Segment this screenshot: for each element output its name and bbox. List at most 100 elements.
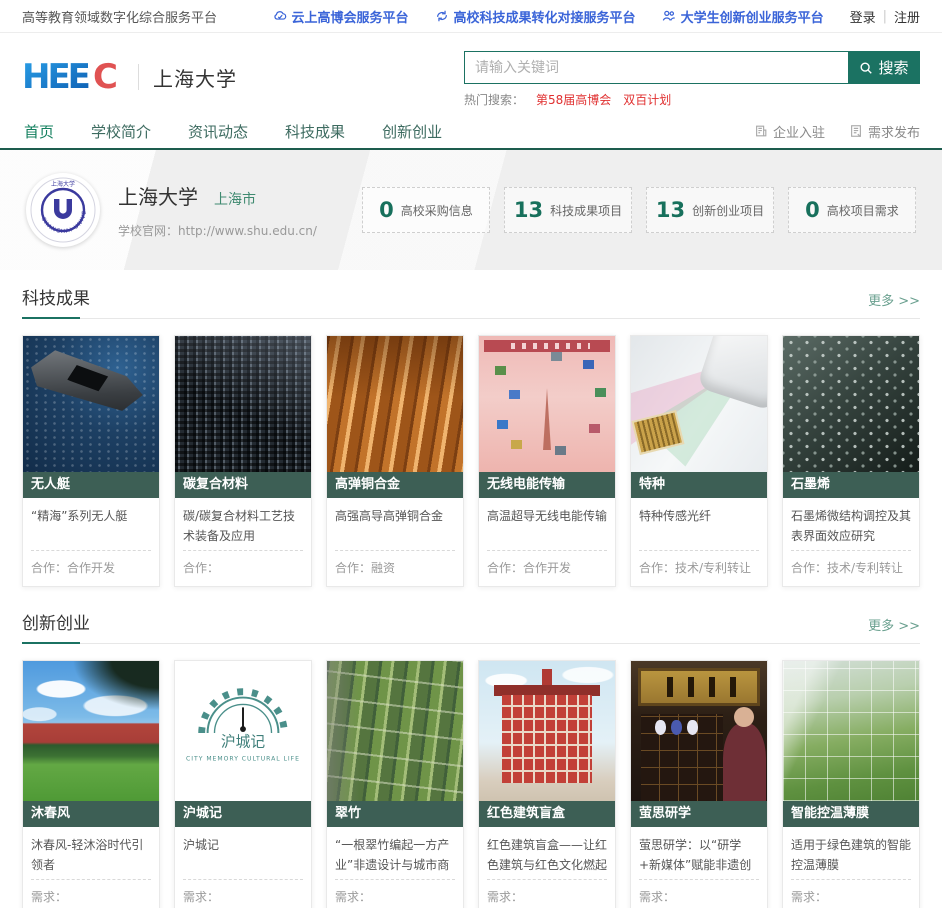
coop-label: 合作： [31,561,67,575]
green-glass-image [783,661,919,801]
stat-label: 科技成果项目 [550,202,622,219]
card-title: 特种 [631,472,767,498]
innov-card-muchunfeng[interactable]: 沐春风 沐春风-轻沐浴时代引领者 需求： [22,660,160,908]
card-desc: 高温超导无线电能传输 [479,498,615,550]
hot-search-label: 热门搜索： [464,91,524,108]
stat-value: 0 [379,198,394,222]
card-need: 需求： [31,879,151,908]
nav-item-innovation[interactable]: 创新创业 [380,114,444,149]
search-input[interactable] [464,51,848,84]
platform-name: 高等教育领域数字化综合服务平台 [22,7,217,26]
cloud-expo-icon [273,9,287,23]
innov-card-red-building[interactable]: 红色建筑盲盒 红色建筑盲盒——让红色建筑与红色文化燃起来 需求： [478,660,616,908]
card-need: 需求： [335,879,455,908]
topbar-link-students[interactable]: 大学生创新创业服务平台 [662,7,824,26]
innov-card-huchengji[interactable]: 沪城记 CITY MEMORY CULTURAL LIFE 沪城记 沪城记 需求… [174,660,312,908]
card-title: 萤思研学 [631,801,767,827]
website-link[interactable]: http://www.shu.edu.cn/ [178,224,317,238]
demand-publish-label: 需求发布 [868,122,920,141]
nav-item-tech[interactable]: 科技成果 [283,114,347,149]
unmanned-boat-image [23,336,159,472]
graphene-image [783,336,919,472]
card-desc: 石墨烯微结构调控及其表界面效应研究 [783,498,919,550]
login-link[interactable]: 登录 [850,7,876,26]
register-link[interactable]: 注册 [894,7,920,26]
tech-card-carbon-composite[interactable]: 碳复合材料 碳/碳复合材料工艺技术装备及应用 合作： [174,335,312,587]
card-desc: 沐春风-轻沐浴时代引领者 [23,827,159,879]
need-label: 需求： [487,890,523,904]
card-desc: 沪城记 [175,827,311,879]
transfer-icon [435,9,449,23]
tech-cards: 无人艇 “精海”系列无人艇 合作：合作开发 碳复合材料 碳/碳复合材料工艺技术装… [22,335,920,587]
heritage-shop-image [631,661,767,801]
card-desc: “精海”系列无人艇 [23,498,159,550]
nav-items: 首页 学校简介 资讯动态 科技成果 创新创业 [22,114,444,149]
innovation-cards: 沐春风 沐春风-轻沐浴时代引领者 需求： 沪城记 CITY MEMORY CUL… [22,660,920,908]
card-title: 红色建筑盲盒 [479,801,615,827]
special-fiber-image [631,336,767,472]
stat-label: 高校项目需求 [827,202,899,219]
stat-label: 高校采购信息 [401,202,473,219]
demand-icon [849,124,863,138]
stat-procurement[interactable]: 0 高校采购信息 [362,187,490,233]
enterprise-icon [754,124,768,138]
search-button[interactable]: 搜索 [848,51,920,84]
card-title: 沐春风 [23,801,159,827]
university-info: 上海大学 上海市 学校官网：http://www.shu.edu.cn/ [118,181,317,239]
tech-section: 科技成果 更多 >> 无人艇 “精海”系列无人艇 合作：合作开发 碳复合材料 碳… [0,284,942,587]
coop-value: 技术/专利转让 [675,561,751,575]
nav-item-news[interactable]: 资讯动态 [186,114,250,149]
card-need: 需求： [791,879,911,908]
tech-card-copper-alloy[interactable]: 高弹铜合金 高强高导高弹铜合金 合作：融资 [326,335,464,587]
tech-card-unmanned-boat[interactable]: 无人艇 “精海”系列无人艇 合作：合作开发 [22,335,160,587]
nav-item-school-intro[interactable]: 学校简介 [89,114,153,149]
search-button-label: 搜索 [878,57,908,78]
hot-search-link-plan[interactable]: 双百计划 [623,91,671,108]
innovation-section-title: 创新创业 [22,609,90,643]
copper-alloy-image [327,336,463,472]
topbar-link-label: 高校科技成果转化对接服务平台 [454,7,636,26]
stat-demands[interactable]: 0 高校项目需求 [788,187,916,233]
coop-label: 合作： [487,561,523,575]
innov-card-yingsi-study[interactable]: 萤思研学 萤思研学：以“研学+新媒体”赋能非遗创新传播 需求： [630,660,768,908]
innov-card-smart-film[interactable]: 智能控温薄膜 适用于绿色建筑的智能控温薄膜 需求： [782,660,920,908]
stat-value: 0 [805,198,820,222]
nav-item-home[interactable]: 首页 [22,114,56,149]
heec-logo-blue: HEE [22,59,89,95]
innovation-more-link[interactable]: 更多 >> [868,615,920,643]
card-coop: 合作：合作开发 [31,550,151,586]
card-need: 需求： [183,879,303,908]
need-label: 需求： [791,890,827,904]
auth-divider: | [883,9,887,24]
card-title: 高弹铜合金 [327,472,463,498]
coop-label: 合作： [335,561,371,575]
card-desc: 特种传感光纤 [631,498,767,550]
students-icon [662,9,676,23]
coop-value: 合作开发 [523,561,571,575]
topbar-link-cloud-expo[interactable]: 云上高博会服务平台 [273,7,409,26]
card-need: 需求： [487,879,607,908]
enterprise-join-button[interactable]: 企业入驻 [754,122,825,141]
card-desc: 碳/碳复合材料工艺技术装备及应用 [175,498,311,550]
need-label: 需求： [31,890,67,904]
innov-card-bamboo[interactable]: 翠竹 “一根翠竹编起一方产业”非遗设计与城市商业助力乡村振兴 需求： [326,660,464,908]
demand-publish-button[interactable]: 需求发布 [849,122,920,141]
hucity-logo-en: CITY MEMORY CULTURAL LIFE [186,756,300,763]
tech-card-special-fiber[interactable]: 特种 特种传感光纤 合作：技术/专利转让 [630,335,768,587]
auth-links: 登录 | 注册 [850,7,920,26]
coop-value: 技术/专利转让 [827,561,903,575]
website-label: 学校官网： [118,224,178,238]
stat-innov-projects[interactable]: 13 创新创业项目 [646,187,774,233]
heec-logo-red: C [93,59,118,95]
hot-search-link-expo[interactable]: 第58届高博会 [536,91,611,108]
tech-card-wireless-power[interactable]: 无线电能传输 高温超导无线电能传输 合作：合作开发 [478,335,616,587]
topbar-links: 云上高博会服务平台 高校科技成果转化对接服务平台 大学生创新创业服务平台 登录 … [273,7,920,26]
card-title: 翠竹 [327,801,463,827]
tech-card-graphene[interactable]: 石墨烯 石墨烯微结构调控及其表界面效应研究 合作：技术/专利转让 [782,335,920,587]
coop-label: 合作： [183,561,219,575]
tech-more-link[interactable]: 更多 >> [868,290,920,318]
stat-tech-projects[interactable]: 13 科技成果项目 [504,187,632,233]
university-logo: SHANGHAI UNIVERSITY 上海大学 [26,173,100,247]
bamboo-image [327,661,463,801]
topbar-link-transfer[interactable]: 高校科技成果转化对接服务平台 [435,7,636,26]
